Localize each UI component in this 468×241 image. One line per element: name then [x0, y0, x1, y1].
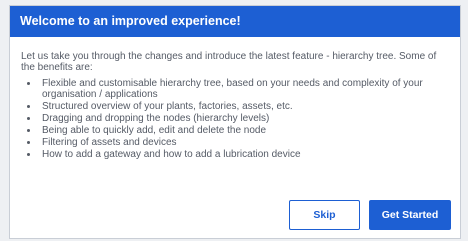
benefit-item: Filtering of assets and devices: [39, 137, 448, 148]
benefit-item: Flexible and customisable hierarchy tree…: [39, 78, 448, 101]
welcome-dialog: Welcome to an improved experience! Let u…: [9, 5, 461, 239]
benefit-item: Structured overview of your plants, fact…: [39, 101, 448, 112]
benefit-item: Dragging and dropping the nodes (hierarc…: [39, 113, 448, 124]
benefits-list: Flexible and customisable hierarchy tree…: [21, 78, 448, 160]
dialog-intro: Let us take you through the changes and …: [21, 51, 437, 74]
benefit-item: How to add a gateway and how to add a lu…: [39, 149, 448, 160]
dialog-body: Let us take you through the changes and …: [10, 37, 460, 160]
benefit-item: Being able to quickly add, edit and dele…: [39, 125, 448, 136]
dialog-title: Welcome to an improved experience!: [10, 6, 460, 37]
skip-button[interactable]: Skip: [289, 200, 360, 230]
dialog-actions: Skip Get Started: [289, 200, 451, 230]
get-started-button[interactable]: Get Started: [369, 200, 451, 230]
